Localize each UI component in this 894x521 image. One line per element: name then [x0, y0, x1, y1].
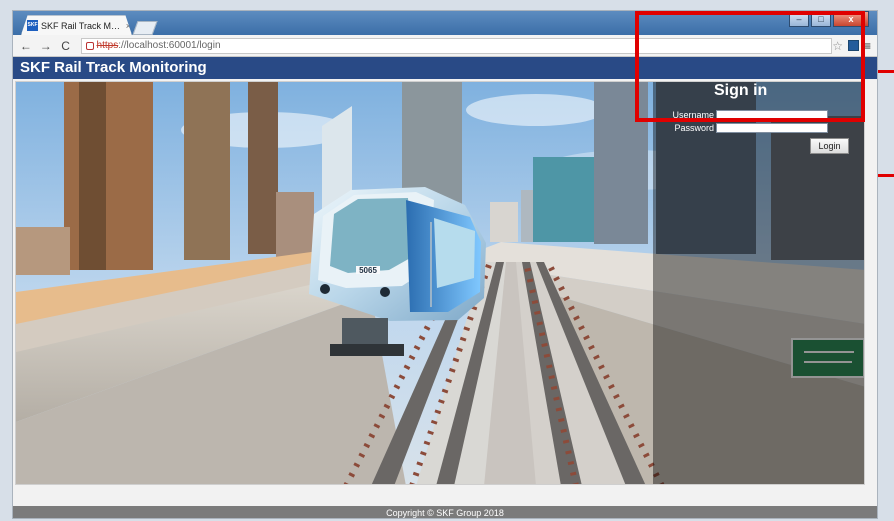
username-row: Username: [668, 109, 848, 121]
password-input[interactable]: [716, 123, 828, 133]
app-header: SKF Rail Track Monitoring: [13, 57, 877, 79]
train-number-label: 5065: [359, 266, 377, 275]
annotation-callout-top: [878, 70, 894, 73]
browser-tab[interactable]: SKF SKF Rail Track Monitoring ×: [21, 15, 132, 35]
maximize-button[interactable]: □: [811, 11, 831, 27]
forward-button[interactable]: →: [39, 39, 53, 53]
tab-bar: SKF SKF Rail Track Monitoring × – □ x: [13, 11, 877, 35]
new-tab-button[interactable]: [132, 21, 158, 35]
username-label: Username: [672, 110, 714, 120]
username-input[interactable]: [716, 110, 828, 120]
password-label: Password: [674, 123, 714, 133]
bookmark-star-icon[interactable]: ☆: [832, 39, 843, 53]
insecure-lock-icon: [85, 41, 94, 50]
reload-button[interactable]: C: [59, 39, 73, 53]
tab-title: SKF Rail Track Monitoring: [41, 20, 122, 31]
close-window-button[interactable]: x: [833, 11, 869, 27]
extension-icon[interactable]: [847, 40, 859, 51]
password-row: Password: [668, 122, 848, 134]
close-tab-icon[interactable]: ×: [126, 21, 131, 31]
back-button[interactable]: ←: [19, 39, 33, 53]
login-button[interactable]: Login: [810, 138, 849, 154]
signin-panel: Sign in Username Password Login: [646, 82, 852, 168]
browser-menu-icon[interactable]: ≡: [864, 39, 871, 53]
page-content: 5065 Sign in Username Password Login: [13, 79, 877, 509]
url-text: ://localhost:60001/login: [118, 40, 221, 51]
address-bar[interactable]: https ://localhost:60001/login: [80, 37, 833, 54]
toolbar-actions: ☆ ≡: [832, 39, 871, 53]
minimize-button[interactable]: –: [789, 11, 809, 27]
copyright-footer: Copyright © SKF Group 2018: [13, 506, 877, 518]
annotation-callout-bottom: [878, 174, 894, 177]
url-scheme: https: [96, 40, 119, 51]
window-controls: – □ x: [789, 11, 869, 27]
browser-window: SKF SKF Rail Track Monitoring × – □ x ← …: [12, 10, 878, 519]
hero-image: 5065 Sign in Username Password Login: [15, 81, 865, 485]
skf-favicon-icon: SKF: [27, 20, 38, 31]
browser-toolbar: ← → C https ://localhost:60001/login ☆ ≡: [13, 35, 877, 57]
signin-title: Sign in: [714, 82, 768, 99]
